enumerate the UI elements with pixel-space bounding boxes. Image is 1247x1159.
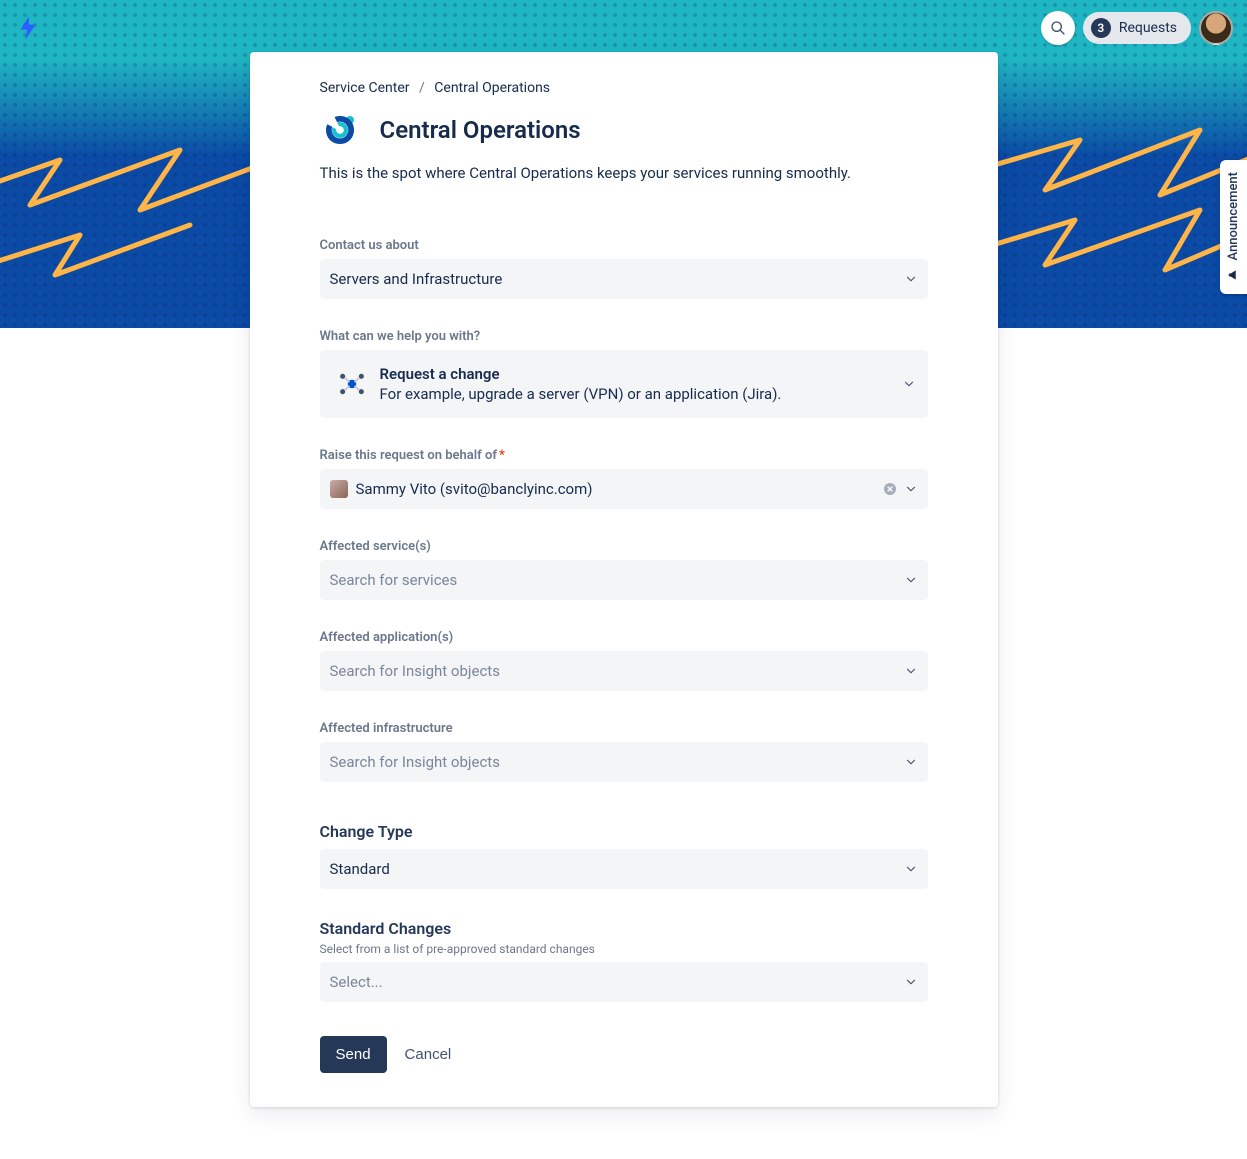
chevron-down-icon xyxy=(904,272,918,286)
services-select[interactable]: Search for services xyxy=(320,560,928,600)
behalf-label: Raise this request on behalf of* xyxy=(320,448,928,463)
chevron-down-icon xyxy=(904,975,918,989)
page-title: Central Operations xyxy=(380,116,581,144)
apps-select[interactable]: Search for Insight objects xyxy=(320,651,928,691)
help-title: Request a change xyxy=(380,365,896,383)
infra-label: Affected infrastructure xyxy=(320,721,928,736)
standard-changes-help: Select from a list of pre-approved stand… xyxy=(320,942,928,956)
request-form-card: Service Center / Central Operations Cent… xyxy=(250,52,998,1107)
change-type-select[interactable]: Standard xyxy=(320,849,928,889)
user-avatar[interactable] xyxy=(1199,11,1233,45)
portal-icon xyxy=(320,106,368,154)
requests-button[interactable]: 3 Requests xyxy=(1083,12,1191,44)
services-label: Affected service(s) xyxy=(320,539,928,554)
megaphone-icon xyxy=(1227,268,1241,282)
chevron-down-icon xyxy=(904,482,918,496)
chevron-down-icon xyxy=(904,664,918,678)
clear-icon[interactable] xyxy=(882,481,898,497)
page-intro: This is the spot where Central Operation… xyxy=(320,164,928,182)
help-label: What can we help you with? xyxy=(320,329,928,344)
help-desc: For example, upgrade a server (VPN) or a… xyxy=(380,385,896,403)
search-button[interactable] xyxy=(1041,11,1075,45)
search-icon xyxy=(1050,20,1066,36)
send-button[interactable]: Send xyxy=(320,1036,387,1073)
breadcrumb-root[interactable]: Service Center xyxy=(320,80,410,96)
contact-label: Contact us about xyxy=(320,238,928,253)
breadcrumb: Service Center / Central Operations xyxy=(320,80,928,96)
requests-label: Requests xyxy=(1119,20,1177,36)
standard-changes-heading: Standard Changes xyxy=(320,919,928,938)
help-select[interactable]: Request a change For example, upgrade a … xyxy=(320,350,928,418)
contact-select[interactable]: Servers and Infrastructure xyxy=(320,259,928,299)
announcement-label: Announcement xyxy=(1226,172,1241,260)
chevron-down-icon xyxy=(904,573,918,587)
cancel-button[interactable]: Cancel xyxy=(405,1046,452,1063)
required-star: * xyxy=(499,448,505,463)
standard-changes-select[interactable]: Select... xyxy=(320,962,928,1002)
chevron-down-icon xyxy=(904,755,918,769)
breadcrumb-current[interactable]: Central Operations xyxy=(434,80,550,96)
requests-count-badge: 3 xyxy=(1091,18,1111,38)
change-type-heading: Change Type xyxy=(320,822,928,841)
app-logo[interactable] xyxy=(0,16,38,40)
requester-avatar xyxy=(330,480,348,498)
behalf-select[interactable]: Sammy Vito (svito@banclyinc.com) xyxy=(320,469,928,509)
announcement-tab[interactable]: Announcement xyxy=(1220,160,1247,294)
request-type-icon xyxy=(332,364,372,404)
apps-label: Affected application(s) xyxy=(320,630,928,645)
chevron-down-icon xyxy=(904,862,918,876)
infra-select[interactable]: Search for Insight objects xyxy=(320,742,928,782)
chevron-down-icon xyxy=(902,377,916,391)
